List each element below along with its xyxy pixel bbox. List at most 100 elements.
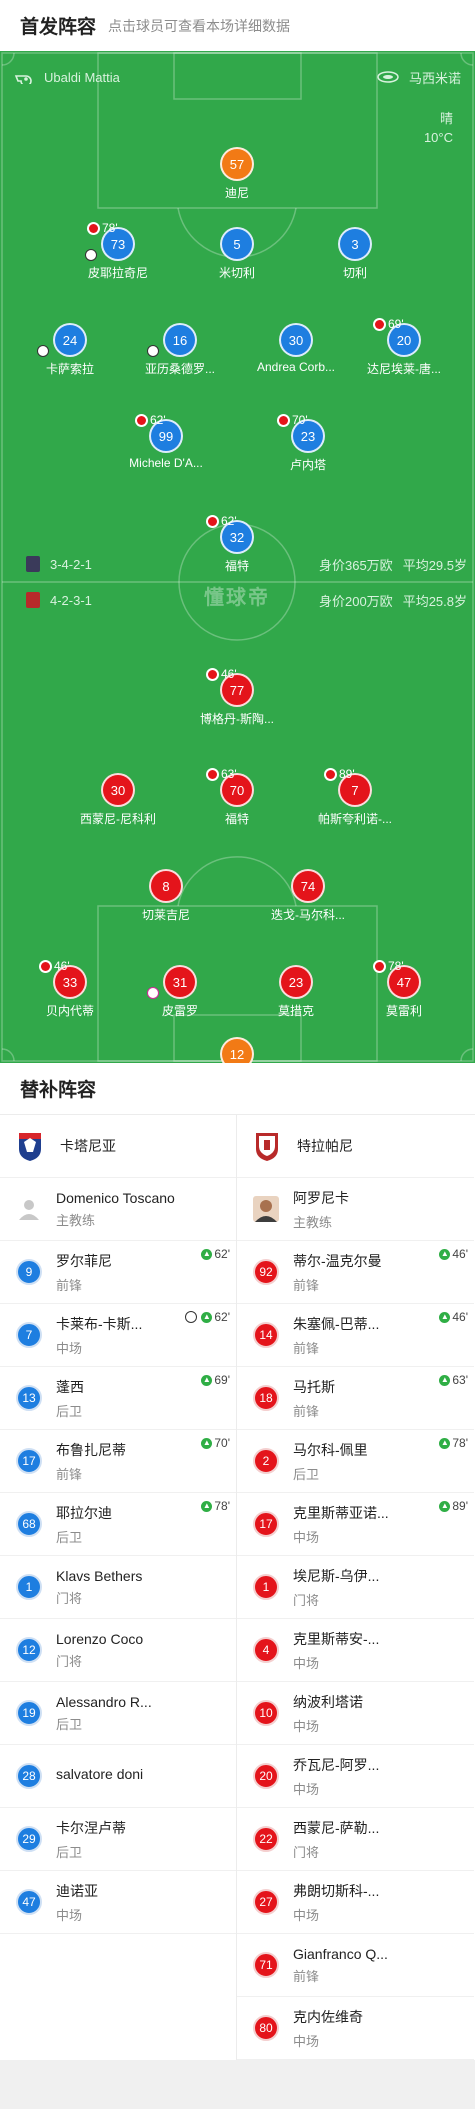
- sub-player-row[interactable]: 29 卡尔涅卢蒂 后卫: [0, 1808, 236, 1871]
- home-avg-age: 平均29.5岁: [402, 557, 467, 573]
- sub-player-number: 27: [253, 1889, 279, 1915]
- sub-in-icon: ▲: [201, 1500, 213, 1512]
- pitch-player[interactable]: 5 米切利: [182, 227, 292, 281]
- ball-icon: [147, 345, 159, 357]
- sub-player-name: 马尔科-佩里: [293, 1441, 368, 1458]
- pitch-player[interactable]: 23 70' 卢内塔: [253, 413, 363, 473]
- pitch-player[interactable]: 99 62' Michele D'A...: [111, 413, 221, 470]
- pitch-player[interactable]: 20 69' 达尼埃莱-唐...: [349, 317, 459, 377]
- sub-in-event: ▲ 46': [439, 1247, 468, 1261]
- sub-player-row[interactable]: 20 乔瓦尼-阿罗... 中场: [237, 1745, 474, 1808]
- pitch-player[interactable]: 3 切利: [300, 227, 410, 281]
- sub-player-name: Klavs Bethers: [56, 1567, 143, 1584]
- sub-player-row[interactable]: 27 弗朗切斯科-... 中场: [237, 1871, 474, 1934]
- home-team-header[interactable]: 卡塔尼亚: [0, 1115, 236, 1178]
- sub-player-row[interactable]: 12 Lorenzo Coco 门将: [0, 1619, 236, 1682]
- sub-player-row[interactable]: 47 迪诺亚 中场: [0, 1871, 236, 1934]
- substitution-minute: 89': [339, 767, 355, 781]
- player-number: 16: [163, 323, 197, 357]
- sub-in-minute: 89': [452, 1499, 468, 1513]
- pitch-player[interactable]: 73 78' 皮耶拉奇尼: [63, 221, 173, 281]
- home-team-name: 卡塔尼亚: [60, 1138, 116, 1154]
- sub-in-event: ▲ 63': [439, 1373, 468, 1387]
- sub-player-row[interactable]: 92 蒂尔-温克尔曼 前锋 ▲ 46': [237, 1241, 474, 1304]
- player-name: 切利: [342, 266, 367, 280]
- sub-player-name: Gianfranco Q...: [293, 1945, 388, 1962]
- sub-player-row[interactable]: 22 西蒙尼-萨勒... 门将: [237, 1808, 474, 1871]
- player-name: Michele D'A...: [129, 456, 203, 470]
- pitch-player[interactable]: 23 莫措克: [241, 965, 351, 1019]
- sub-player-position: 前锋: [293, 1968, 320, 1984]
- substitution-icon: [373, 318, 386, 331]
- sub-player-name: 布鲁扎尼蒂: [56, 1441, 126, 1458]
- sub-player-name: 西蒙尼-萨勒...: [293, 1819, 380, 1836]
- sub-player-row[interactable]: 10 纳波利塔诺 中场: [237, 1682, 474, 1745]
- away-team-header[interactable]: 特拉帕尼: [237, 1115, 474, 1178]
- sub-player-row[interactable]: 9 罗尔菲尼 前锋 ▲ 62': [0, 1241, 236, 1304]
- player-name: 莫措克: [277, 1004, 314, 1018]
- pitch-player[interactable]: 33 46' 贝内代蒂: [15, 959, 125, 1019]
- sub-player-row[interactable]: 19 Alessandro R... 后卫: [0, 1682, 236, 1745]
- pitch-player[interactable]: 57 迪尼: [182, 147, 292, 201]
- sub-player-row[interactable]: 28 salvatore doni: [0, 1745, 236, 1808]
- player-name: 皮耶拉奇尼: [87, 266, 148, 280]
- sub-player-name: 耶拉尔迪: [56, 1504, 112, 1521]
- sub-player-row[interactable]: 68 耶拉尔迪 后卫 ▲ 78': [0, 1493, 236, 1556]
- away-coach[interactable]: 阿罗尼卡 主教练: [237, 1178, 474, 1241]
- sub-in-minute: 78': [214, 1499, 230, 1513]
- sub-player-row[interactable]: 18 马托斯 前锋 ▲ 63': [237, 1367, 474, 1430]
- sub-player-row[interactable]: 4 克里斯蒂安-... 中场: [237, 1619, 474, 1682]
- sub-player-row[interactable]: 2 马尔科-佩里 后卫 ▲ 78': [237, 1430, 474, 1493]
- pitch-player[interactable]: 30 西蒙尼-尼科利: [63, 773, 173, 827]
- pitch-player[interactable]: 31 皮雷罗: [125, 965, 235, 1019]
- pitch-player[interactable]: 12加莱奥蒂: [182, 1037, 292, 1063]
- player-name: 迪尼: [224, 186, 249, 200]
- substitution-minute: 63': [221, 767, 237, 781]
- home-coach[interactable]: Domenico Toscano 主教练: [0, 1178, 236, 1241]
- catania-crest-icon: [19, 1133, 41, 1161]
- sub-in-icon: ▲: [201, 1248, 213, 1260]
- substitution-icon: [206, 768, 219, 781]
- sub-player-row[interactable]: 14 朱塞佩-巴蒂... 前锋 ▲ 46': [237, 1304, 474, 1367]
- sub-player-number: 10: [253, 1700, 279, 1726]
- sub-player-row[interactable]: 17 克里斯蒂亚诺... 中场 ▲ 89': [237, 1493, 474, 1556]
- sub-player-position: 门将: [56, 1653, 83, 1669]
- sub-player-row[interactable]: 1 Klavs Bethers 门将: [0, 1556, 236, 1619]
- sub-player-number: 71: [253, 1952, 279, 1978]
- sub-player-row[interactable]: 17 布鲁扎尼蒂 前锋 ▲ 70': [0, 1430, 236, 1493]
- sub-player-name: salvatore doni: [56, 1766, 144, 1782]
- sub-player-row[interactable]: 71 Gianfranco Q... 前锋: [237, 1934, 474, 1997]
- sub-player-number: 22: [253, 1826, 279, 1852]
- watermark: 懂球帝: [204, 587, 270, 609]
- player-name: 卡萨索拉: [45, 362, 94, 376]
- sub-player-row[interactable]: 80 克内佐维奇 中场: [237, 1997, 474, 2060]
- pitch-player[interactable]: 30 Andrea Corb...: [241, 323, 351, 374]
- sub-player-position: 中场: [293, 1718, 320, 1734]
- pitch-player[interactable]: 70 63' 福特: [182, 767, 292, 827]
- pitch-player[interactable]: 77 46' 博格丹-斯陶...: [182, 667, 292, 727]
- sub-player-row[interactable]: 1 埃尼斯-乌伊... 门将: [237, 1556, 474, 1619]
- sub-player-number: 13: [16, 1385, 42, 1411]
- pitch-player[interactable]: 32 62' 福特: [182, 514, 292, 574]
- substitution-minute: 62': [150, 413, 166, 427]
- sub-player-name: 弗朗切斯科-...: [293, 1882, 380, 1899]
- pitch-player[interactable]: 7 89' 帕斯夸利诺-...: [300, 767, 410, 827]
- sub-player-number: 19: [16, 1700, 42, 1726]
- pitch-player[interactable]: 74 迭戈-马尔科...: [253, 869, 363, 923]
- sub-player-name: 罗尔菲尼: [56, 1252, 112, 1269]
- page-bottom: [0, 2060, 475, 2109]
- pitch-player[interactable]: 8 切莱吉尼: [111, 869, 221, 923]
- pitch-player[interactable]: 47 78' 莫雷利: [349, 959, 459, 1019]
- pitch-player[interactable]: 24 卡萨索拉: [15, 323, 125, 377]
- sub-player-position: 中场: [293, 1529, 320, 1545]
- substitution-icon: [277, 414, 290, 427]
- sub-player-number: 17: [16, 1448, 42, 1474]
- sub-player-position: 中场: [56, 1340, 83, 1356]
- sub-player-row[interactable]: 7 卡莱布-卡斯... 中场 ▲ 62': [0, 1304, 236, 1367]
- pitch-player[interactable]: 16 亚历桑德罗...: [125, 323, 235, 377]
- substitution-icon: [135, 414, 148, 427]
- ball-icon: [37, 345, 49, 357]
- away-subs-list: 92 蒂尔-温克尔曼 前锋 ▲ 46' 14 朱塞佩-巴蒂... 前锋 ▲ 46' 18 马托斯 前锋 ▲…: [237, 1241, 474, 2060]
- sub-player-number: 28: [16, 1763, 42, 1789]
- sub-player-row[interactable]: 13 蓬西 后卫 ▲ 69': [0, 1367, 236, 1430]
